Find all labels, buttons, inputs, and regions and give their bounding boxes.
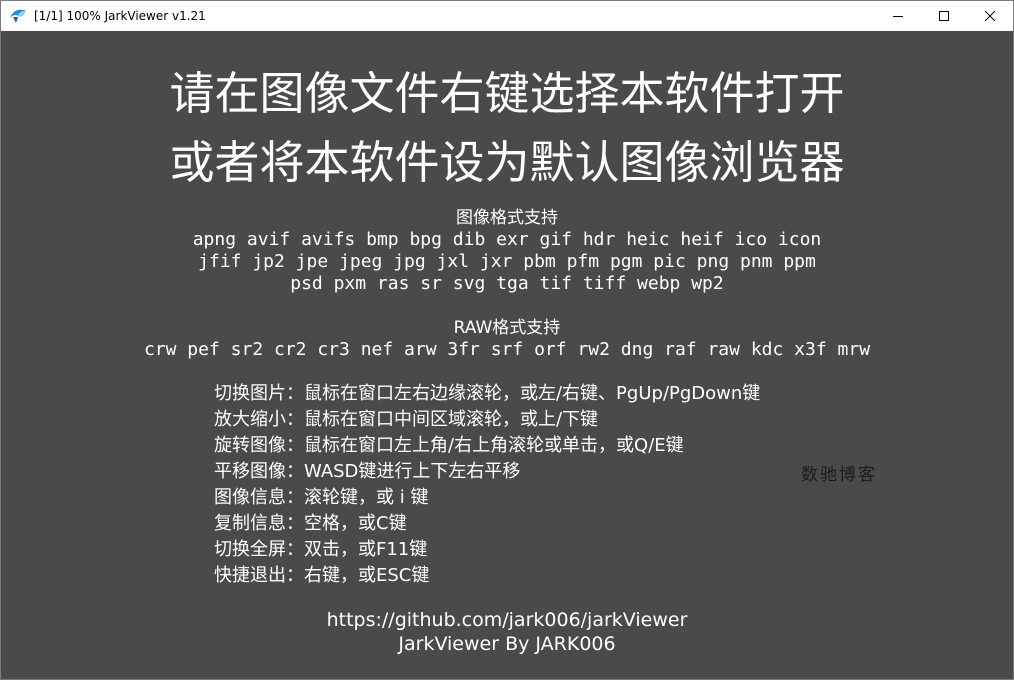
image-formats-heading: 图像格式支持 xyxy=(456,208,558,228)
headline-line-1: 请在图像文件右键选择本软件打开 xyxy=(169,67,845,120)
help-fullscreen: 切换全屏：双击，或F11键 xyxy=(214,539,428,560)
help-quit: 快捷退出：右键，或ESC键 xyxy=(214,565,430,586)
minimize-button[interactable] xyxy=(875,1,921,31)
shortcut-help-list: 切换图片：鼠标在窗口左右边缘滚轮，或左/右键、PgUp/PgDown键 放大缩小… xyxy=(214,381,760,589)
raw-formats-block: RAW格式支持 crw pef sr2 cr2 cr3 nef arw 3fr … xyxy=(1,317,1013,361)
minimize-icon xyxy=(893,16,903,17)
headline-line-2: 或者将本软件设为默认图像浏览器 xyxy=(169,136,845,189)
image-formats-line: jfif jp2 jpe jpeg jpg jxl jxr pbm pfm pg… xyxy=(198,251,816,272)
raw-formats-heading: RAW格式支持 xyxy=(453,318,561,338)
help-switch-image: 切换图片：鼠标在窗口左右边缘滚轮，或左/右键、PgUp/PgDown键 xyxy=(214,383,761,404)
app-window: [1/1] 100% JarkViewer v1.21 请在图像文件右键选择本软… xyxy=(0,0,1014,680)
help-rotate: 旋转图像：鼠标在窗口左上角/右上角滚轮或单击，或Q/E键 xyxy=(214,435,684,456)
window-controls xyxy=(875,1,1013,31)
maximize-button[interactable] xyxy=(921,1,967,31)
title-bar[interactable]: [1/1] 100% JarkViewer v1.21 xyxy=(1,1,1013,31)
image-viewport[interactable]: 请在图像文件右键选择本软件打开 或者将本软件设为默认图像浏览器 图像格式支持 a… xyxy=(1,31,1013,679)
credit-text: JarkViewer By JARK006 xyxy=(398,633,616,655)
image-formats-block: 图像格式支持 apng avif avifs bmp bpg dib exr g… xyxy=(1,207,1013,295)
close-icon xyxy=(985,11,995,21)
help-copy-info: 复制信息：空格，或C键 xyxy=(214,513,407,534)
help-image-info: 图像信息：滚轮键，或 i 键 xyxy=(214,487,429,508)
image-formats-line: apng avif avifs bmp bpg dib exr gif hdr … xyxy=(192,229,822,250)
help-pan: 平移图像：WASD键进行上下左右平移 xyxy=(214,461,521,482)
watermark: 数驰博客 xyxy=(801,465,877,485)
jarkviewer-bird-icon xyxy=(10,9,26,23)
maximize-icon xyxy=(939,11,949,21)
footer: https://github.com/jark006/jarkViewer Ja… xyxy=(1,608,1013,656)
window-title: [1/1] 100% JarkViewer v1.21 xyxy=(34,9,206,23)
github-url: https://github.com/jark006/jarkViewer xyxy=(326,609,688,631)
help-zoom: 放大缩小：鼠标在窗口中间区域滚轮，或上/下键 xyxy=(214,409,599,430)
image-formats-line: psd pxm ras sr svg tga tif tiff webp wp2 xyxy=(290,273,724,294)
raw-formats-line: crw pef sr2 cr2 cr3 nef arw 3fr srf orf … xyxy=(143,339,871,360)
close-button[interactable] xyxy=(967,1,1013,31)
